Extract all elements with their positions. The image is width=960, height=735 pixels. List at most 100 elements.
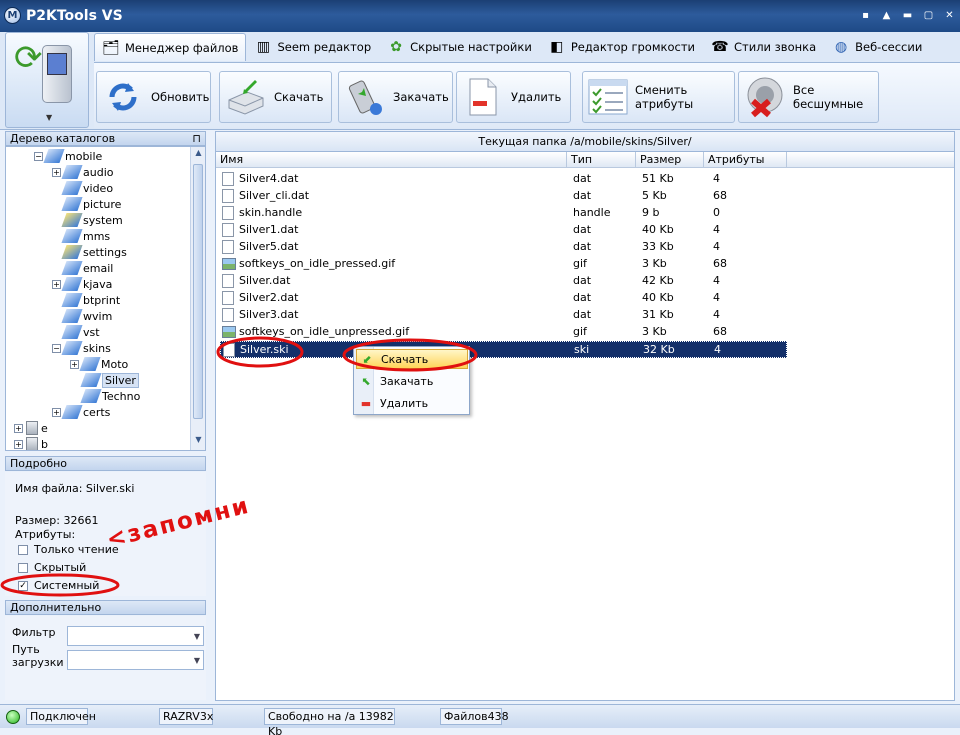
readonly-checkbox[interactable]: Только чтение bbox=[18, 543, 119, 556]
menu-item-delete[interactable]: ▬ Удалить bbox=[356, 393, 468, 413]
tab-web-sessions[interactable]: ◍ Веб-сессии bbox=[824, 33, 930, 61]
expand-toggle-icon[interactable]: + bbox=[52, 279, 61, 289]
menu-icon[interactable]: ▪ bbox=[859, 10, 872, 23]
tree-node-vst[interactable]: vst bbox=[61, 324, 100, 340]
collapse-toggle-icon[interactable]: − bbox=[52, 343, 61, 353]
tree-node-system[interactable]: system bbox=[61, 212, 123, 228]
tree-node-wvim[interactable]: wvim bbox=[61, 308, 112, 324]
system-checkbox[interactable]: ✓ Системный bbox=[18, 579, 99, 592]
tree-node-mobile[interactable]: − mobile bbox=[34, 148, 102, 164]
tree-node-skins[interactable]: − skins bbox=[52, 340, 111, 356]
table-row[interactable]: Silver_cli.dat dat 5 Kb 68 bbox=[220, 188, 787, 205]
folder-icon bbox=[61, 277, 83, 291]
table-row[interactable]: skin.handle handle 9 b 0 bbox=[220, 205, 787, 222]
tree-node-video[interactable]: video bbox=[61, 180, 113, 196]
tree-node-mms[interactable]: mms bbox=[61, 228, 110, 244]
tree-node-silver[interactable]: Silver bbox=[80, 372, 139, 388]
tree-scrollbar[interactable]: ▲ ▼ bbox=[190, 147, 205, 450]
minimize-button[interactable]: ▬ bbox=[901, 10, 914, 23]
column-attributes[interactable]: Атрибуты bbox=[704, 152, 787, 168]
details-header: Подробно bbox=[5, 456, 206, 471]
expand-toggle-icon[interactable]: + bbox=[52, 407, 61, 417]
drive-icon bbox=[26, 437, 38, 450]
maximize-button[interactable]: ▢ bbox=[922, 10, 935, 23]
table-row[interactable]: Silver1.dat dat 40 Kb 4 bbox=[220, 222, 787, 239]
column-name[interactable]: Имя bbox=[216, 152, 567, 168]
file-size: 33 Kb bbox=[642, 240, 674, 253]
table-row[interactable]: Silver.ski ski 32 Kb 4 bbox=[220, 341, 787, 358]
table-row[interactable]: softkeys_on_idle_pressed.gif gif 3 Kb 68 bbox=[220, 256, 787, 273]
download-button[interactable]: Скачать bbox=[219, 71, 332, 123]
file-name: Silver1.dat bbox=[239, 223, 299, 236]
expand-toggle-icon[interactable]: + bbox=[70, 359, 79, 369]
tree-node-audio[interactable]: + audio bbox=[52, 164, 113, 180]
tree-node-moto[interactable]: + Moto bbox=[70, 356, 128, 372]
chevron-down-icon[interactable]: ▼ bbox=[194, 632, 200, 641]
tab-file-manager[interactable]: 🗂 Менеджер файлов bbox=[94, 33, 247, 61]
file-size: 3 Kb bbox=[642, 257, 667, 270]
file-name: Silver5.dat bbox=[239, 240, 299, 253]
file-size: 31 Kb bbox=[642, 308, 674, 321]
folder-settings-icon bbox=[61, 245, 83, 259]
tab-seem-editor[interactable]: ▥ Seem редактор bbox=[246, 33, 379, 61]
table-row[interactable]: Silver3.dat dat 31 Kb 4 bbox=[220, 307, 787, 324]
file-type: dat bbox=[573, 291, 592, 304]
hidden-checkbox[interactable]: Скрытый bbox=[18, 561, 86, 574]
menu-item-upload[interactable]: ⬉ Закачать bbox=[356, 371, 468, 391]
tree-node-certs[interactable]: + certs bbox=[52, 404, 110, 420]
app-menu-button[interactable]: ⟳ ▼ bbox=[5, 32, 89, 128]
tab-hidden-settings[interactable]: ✿ Скрытые настройки bbox=[379, 33, 540, 61]
filter-label: Фильтр bbox=[12, 626, 56, 639]
status-connected: Подключен bbox=[26, 708, 96, 725]
tree-node-drive-e[interactable]: + e bbox=[14, 420, 48, 436]
change-attributes-button[interactable]: Сменить атрибуты bbox=[582, 71, 735, 123]
table-row[interactable]: softkeys_on_idle_unpressed.gif gif 3 Kb 68 bbox=[220, 324, 787, 341]
expand-toggle-icon[interactable]: + bbox=[14, 439, 23, 449]
collapse-icon[interactable]: ▲ bbox=[880, 10, 893, 23]
tree-node-settings[interactable]: settings bbox=[61, 244, 127, 260]
file-attributes: 68 bbox=[713, 189, 727, 202]
table-row[interactable]: Silver5.dat dat 33 Kb 4 bbox=[220, 239, 787, 256]
file-size: 40 Kb bbox=[642, 291, 674, 304]
file-name: Silver.dat bbox=[239, 274, 291, 287]
chevron-down-icon[interactable]: ▼ bbox=[194, 656, 200, 665]
scroll-down-icon[interactable]: ▼ bbox=[191, 435, 205, 449]
tree-node-drive-b[interactable]: + b bbox=[14, 436, 48, 450]
pin-icon[interactable]: ⊓ bbox=[192, 132, 201, 145]
expand-toggle-icon[interactable]: + bbox=[52, 167, 61, 177]
tab-volume-editor[interactable]: ◧ Редактор громкости bbox=[540, 33, 703, 61]
column-size[interactable]: Размер bbox=[636, 152, 704, 168]
extra-panel: Фильтр ▼ Путь загрузки ▼ bbox=[5, 616, 206, 700]
delete-button[interactable]: Удалить bbox=[456, 71, 571, 123]
delete-icon: ▬ bbox=[360, 396, 372, 410]
file-type: dat bbox=[573, 172, 592, 185]
folder-icon bbox=[61, 309, 83, 323]
expand-toggle-icon[interactable]: + bbox=[14, 423, 23, 433]
upload-button[interactable]: Закачать bbox=[338, 71, 453, 123]
upload-icon bbox=[343, 75, 387, 119]
tree-node-email[interactable]: email bbox=[61, 260, 113, 276]
folder-icon bbox=[61, 261, 83, 275]
file-type: dat bbox=[573, 308, 592, 321]
title-bar: M P2KTools VS ▪ ▲ ▬ ▢ ✕ bbox=[0, 0, 960, 32]
upload-path-combo[interactable]: ▼ bbox=[67, 650, 204, 670]
tab-ring-styles[interactable]: ☎ Стили звонка bbox=[703, 33, 824, 61]
refresh-button[interactable]: Обновить bbox=[96, 71, 211, 123]
file-attributes: 68 bbox=[713, 325, 727, 338]
scroll-up-icon[interactable]: ▲ bbox=[191, 148, 205, 162]
menu-item-download[interactable]: ⬋ Скачать bbox=[356, 349, 468, 369]
filter-combo[interactable]: ▼ bbox=[67, 626, 204, 646]
tree-node-kjava[interactable]: + kjava bbox=[52, 276, 112, 292]
table-row[interactable]: Silver2.dat dat 40 Kb 4 bbox=[220, 290, 787, 307]
file-attributes: 4 bbox=[713, 274, 720, 287]
scroll-thumb[interactable] bbox=[193, 164, 203, 419]
tree-node-picture[interactable]: picture bbox=[61, 196, 121, 212]
close-button[interactable]: ✕ bbox=[943, 10, 956, 23]
table-row[interactable]: Silver.dat dat 42 Kb 4 bbox=[220, 273, 787, 290]
tree-node-techno[interactable]: Techno bbox=[80, 388, 140, 404]
table-row[interactable]: Silver4.dat dat 51 Kb 4 bbox=[220, 171, 787, 188]
tree-node-btprint[interactable]: btprint bbox=[61, 292, 120, 308]
all-silent-button[interactable]: Все бесшумные bbox=[738, 71, 879, 123]
column-type[interactable]: Тип bbox=[567, 152, 636, 168]
collapse-toggle-icon[interactable]: − bbox=[34, 151, 43, 161]
